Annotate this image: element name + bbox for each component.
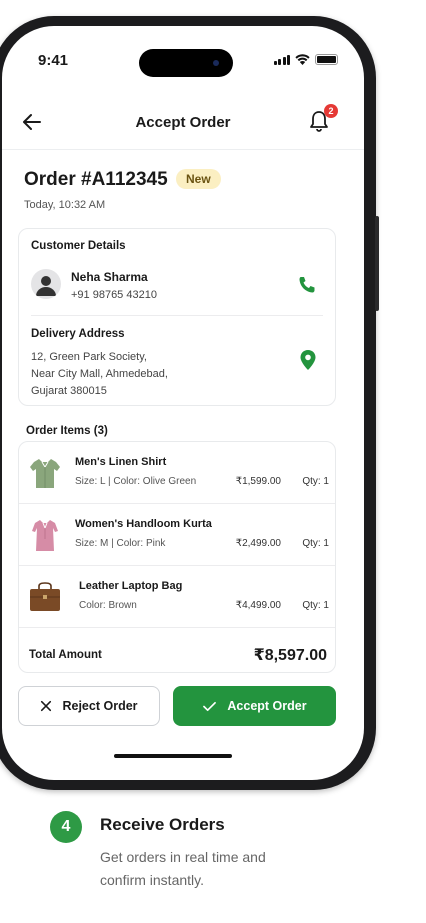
item-price: ₹4,499.00 [235, 600, 281, 611]
notification-button[interactable]: 2 [306, 104, 338, 134]
items-card: Men's Linen Shirt Size: L | Color: Olive… [18, 441, 336, 673]
bag-icon [30, 582, 60, 611]
phone-screen: 9:41 Accept Order 2 Order #A112345 New T… [2, 26, 364, 780]
signal-icon [273, 55, 290, 65]
status-icons [273, 54, 338, 65]
battery-icon [315, 54, 338, 65]
item-name: Men's Linen Shirt [75, 456, 167, 468]
divider [31, 315, 323, 316]
notification-badge: 2 [324, 104, 338, 118]
order-title: Order #A112345 [24, 169, 168, 190]
user-icon [36, 276, 56, 296]
customer-name: Neha Sharma [71, 270, 148, 284]
customer-phone: +91 98765 43210 [71, 289, 157, 301]
step-number-badge: 4 [50, 811, 82, 843]
avatar [31, 269, 61, 299]
items-section-label: Order Items (3) [26, 425, 108, 437]
address-line-3: Gujarat 380015 [31, 385, 107, 397]
map-pin-icon[interactable] [299, 349, 317, 371]
camera-dot [213, 60, 219, 66]
item-meta: Color: Brown [79, 600, 137, 611]
customer-card: Customer Details Neha Sharma +91 98765 4… [18, 228, 336, 406]
dynamic-island [139, 49, 233, 77]
phone-icon[interactable] [297, 275, 317, 295]
reject-order-button[interactable]: Reject Order [18, 686, 160, 726]
shirt-icon [30, 459, 60, 488]
item-meta: Size: M | Color: Pink [75, 538, 166, 549]
caption-description: Get orders in real time and confirm inst… [100, 849, 266, 888]
customer-section-label: Customer Details [31, 240, 126, 252]
app-header: Accept Order 2 [2, 94, 364, 150]
item-qty: Qty: 1 [302, 476, 329, 487]
list-item[interactable]: Men's Linen Shirt Size: L | Color: Olive… [19, 442, 335, 504]
address-line-2: Near City Mall, Ahmedebad, [31, 368, 168, 380]
item-price: ₹1,599.00 [235, 476, 281, 487]
phone-frame: 9:41 Accept Order 2 Order #A112345 New T… [0, 16, 379, 790]
wifi-icon [295, 54, 310, 65]
status-time: 9:41 [38, 52, 69, 69]
total-value: ₹8,597.00 [253, 647, 327, 664]
delivery-section-label: Delivery Address [31, 328, 125, 340]
item-name: Leather Laptop Bag [79, 580, 183, 592]
item-name: Women's Handloom Kurta [75, 518, 212, 530]
item-qty: Qty: 1 [302, 538, 329, 549]
item-meta: Size: L | Color: Olive Green [75, 476, 197, 487]
status-badge: New [176, 169, 221, 189]
list-item[interactable]: Women's Handloom Kurta Size: M | Color: … [19, 504, 335, 566]
status-bar: 9:41 [2, 26, 364, 80]
list-item[interactable]: Leather Laptop Bag Color: Brown ₹4,499.0… [19, 566, 335, 628]
close-icon [41, 700, 52, 712]
reject-order-label: Reject Order [62, 699, 138, 713]
item-price: ₹2,499.00 [235, 538, 281, 549]
caption-title: Receive Orders [100, 815, 225, 834]
total-label: Total Amount [29, 649, 102, 661]
item-qty: Qty: 1 [302, 600, 329, 611]
home-indicator[interactable] [114, 754, 232, 758]
address-line-1: 12, Green Park Society, [31, 351, 147, 363]
check-icon [203, 701, 217, 711]
accept-order-label: Accept Order [227, 699, 307, 713]
order-timestamp: Today, 10:32 AM [24, 199, 106, 211]
accept-order-button[interactable]: Accept Order [173, 686, 336, 726]
kurta-icon [32, 520, 58, 551]
